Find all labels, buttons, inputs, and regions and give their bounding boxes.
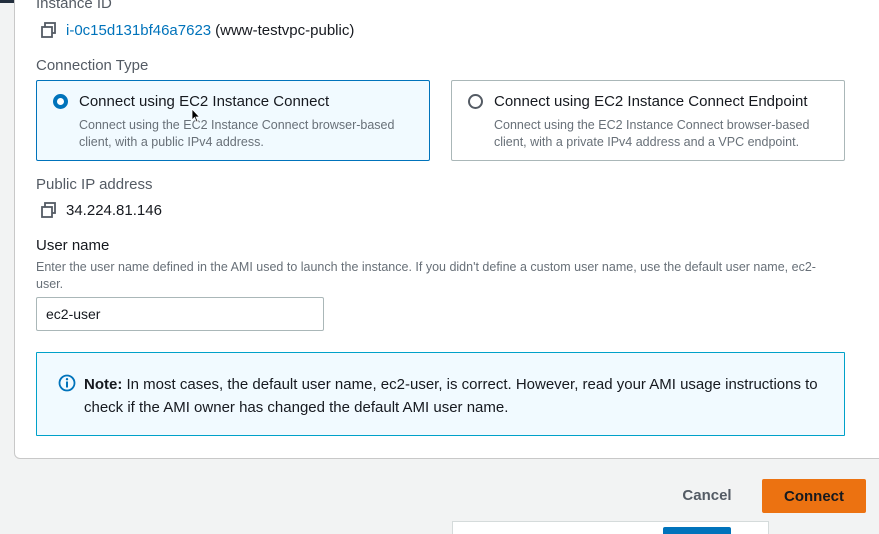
info-icon (58, 374, 76, 392)
option-description: Connect using the EC2 Instance Connect b… (494, 118, 810, 149)
username-hint: Enter the user name defined in the AMI u… (36, 260, 816, 291)
public-ip-label: Public IP address (36, 176, 153, 193)
public-ip-value: 34.224.81.146 (66, 201, 162, 219)
option-title: Connect using EC2 Instance Connect (79, 93, 330, 110)
username-input[interactable] (36, 297, 324, 331)
cancel-button[interactable]: Cancel (672, 480, 742, 510)
note-body: In most cases, the default user name, ec… (84, 376, 818, 416)
username-label: User name (36, 237, 110, 254)
connection-type-label: Connection Type (36, 57, 149, 74)
instance-id-row: i-0c15d131bf46a7623 (www-testvpc-public) (40, 21, 354, 39)
option-description: Connect using the EC2 Instance Connect b… (79, 118, 395, 149)
copy-icon[interactable] (40, 21, 58, 39)
instance-id-label: Instance ID (36, 0, 112, 12)
info-alert: Note: In most cases, the default user na… (36, 352, 845, 436)
instance-id-link[interactable]: i-0c15d131bf46a7623 (66, 22, 211, 39)
note-prefix: Note: (84, 376, 123, 393)
public-ip-row: 34.224.81.146 (40, 201, 162, 219)
option-title: Connect using EC2 Instance Connect Endpo… (494, 93, 808, 110)
option-instance-connect[interactable]: Connect using EC2 Instance Connect Conne… (36, 80, 430, 161)
instance-name: (www-testvpc-public) (215, 21, 355, 39)
connect-button[interactable]: Connect (762, 479, 866, 513)
note-text: Note: In most cases, the default user na… (84, 373, 824, 419)
background-button-edge (663, 527, 731, 534)
radio-unselected[interactable] (468, 94, 483, 109)
copy-icon[interactable] (40, 201, 58, 219)
radio-selected[interactable] (53, 94, 68, 109)
option-instance-connect-endpoint[interactable]: Connect using EC2 Instance Connect Endpo… (451, 80, 845, 161)
mouse-cursor-icon (191, 109, 201, 123)
